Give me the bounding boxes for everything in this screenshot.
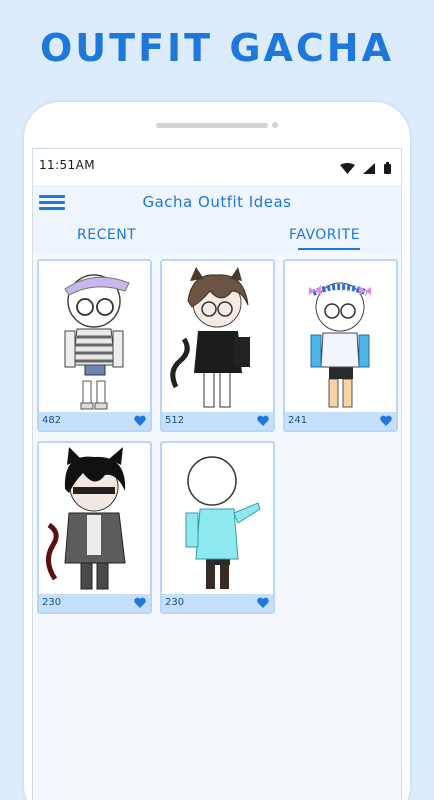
app-screen: 11:51AM Gacha Outfit Ideas RECENT FAVORI… [32, 148, 402, 800]
card-footer: 482 [39, 412, 150, 430]
tab-favorite[interactable]: FAVORITE [289, 227, 360, 243]
phone-speaker [156, 123, 268, 128]
outfit-image [39, 443, 150, 594]
phone-frame: 11:51AM Gacha Outfit Ideas RECENT FAVORI… [24, 102, 410, 800]
status-icons [339, 159, 391, 174]
promo-title: OUTFIT GACHA [39, 26, 395, 70]
status-bar: 11:51AM [33, 149, 401, 185]
outfit-card[interactable]: 512 [160, 259, 275, 432]
outfit-card[interactable]: 230 [160, 441, 275, 614]
like-count: 241 [288, 415, 308, 426]
app-title: Gacha Outfit Ideas [142, 193, 292, 211]
status-time: 11:51AM [39, 158, 95, 172]
app-bar: Gacha Outfit Ideas [33, 185, 401, 219]
card-footer: 512 [162, 412, 273, 430]
card-footer: 230 [39, 594, 150, 612]
tab-bar: RECENT FAVORITE [33, 219, 401, 253]
like-count: 230 [165, 597, 185, 608]
heart-icon[interactable] [380, 415, 392, 426]
tab-selected-indicator [298, 248, 360, 250]
tab-recent[interactable]: RECENT [77, 227, 136, 243]
like-count: 230 [42, 597, 62, 608]
card-footer: 230 [162, 594, 273, 612]
heart-icon[interactable] [257, 597, 269, 608]
outfit-card[interactable]: 482 [37, 259, 152, 432]
heart-icon[interactable] [134, 597, 146, 608]
outfit-card[interactable]: 230 [37, 441, 152, 614]
signal-icon [362, 159, 375, 178]
heart-icon[interactable] [257, 415, 269, 426]
outfit-image [285, 261, 396, 412]
card-footer: 241 [285, 412, 396, 430]
like-count: 512 [165, 415, 185, 426]
wifi-icon [339, 159, 355, 178]
outfit-image [39, 261, 150, 412]
outfit-card[interactable]: 241 [283, 259, 398, 432]
outfit-image [162, 261, 273, 412]
heart-icon[interactable] [134, 415, 146, 426]
like-count: 482 [42, 415, 62, 426]
battery-icon [384, 159, 391, 178]
phone-camera [272, 122, 278, 128]
outfit-image [162, 443, 273, 594]
